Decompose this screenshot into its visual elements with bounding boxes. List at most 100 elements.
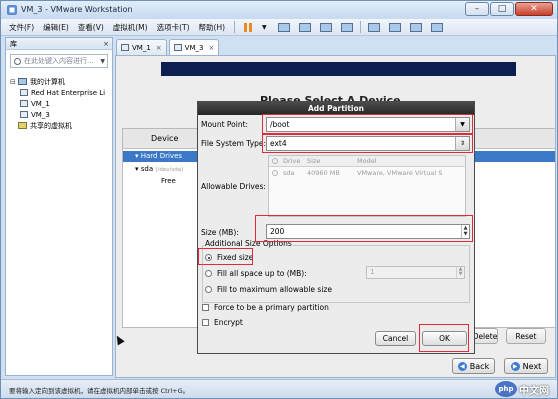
menu-tabs[interactable]: 选项卡(T) (157, 22, 190, 33)
spin-arrows-icon[interactable]: ▲ ▼ (461, 225, 469, 238)
mount-point-combo[interactable]: /boot ▼ (266, 117, 470, 132)
vm-icon (20, 111, 28, 118)
watermark-badge: php (495, 381, 517, 397)
vm-tab-strip: VM_1 × VM_3 × (116, 39, 221, 55)
window-controls: – □ ✕ (464, 2, 553, 16)
chevron-down-icon[interactable]: ▼ (455, 118, 469, 131)
fill-max-radio[interactable]: Fill to maximum allowable size (205, 285, 332, 294)
unity-button[interactable] (408, 21, 424, 34)
menu-file[interactable]: 文件(F) (9, 22, 34, 33)
tree-item-vm1[interactable]: VM_1 (10, 98, 112, 109)
next-button[interactable]: ▶ Next (504, 358, 548, 374)
installer-banner (161, 62, 516, 76)
tree-item-rhel[interactable]: Red Hat Enterprise Li (10, 87, 112, 98)
vm-icon (173, 44, 182, 51)
radio-icon (205, 270, 212, 277)
close-button[interactable]: ✕ (515, 2, 553, 16)
encrypt-checkbox[interactable]: Encrypt (202, 318, 243, 327)
status-bar: 要将输入定向到该虚拟机，请在虚拟机内部单击或按 Ctrl+G。 php 中文网 (1, 379, 557, 398)
cancel-button[interactable]: Cancel (375, 331, 416, 346)
updown-icon[interactable]: ⇕ (455, 137, 469, 150)
reset-button[interactable]: Reset (506, 328, 546, 344)
checkbox-icon[interactable] (272, 169, 278, 176)
view-button[interactable] (366, 21, 382, 34)
manage-icon (340, 22, 353, 32)
vm-icon (121, 44, 129, 51)
collapse-icon[interactable]: ⊟ (10, 78, 18, 86)
table-row[interactable]: sda 40960 MB VMware, VMware Virtual S (269, 167, 465, 178)
size-spinbox[interactable]: 200 ▲ ▼ (266, 224, 470, 239)
shared-vm-icon (18, 122, 27, 129)
spin-arrows-icon: ▲ ▼ (456, 267, 464, 278)
ok-button[interactable]: OK (422, 331, 467, 346)
tree-item-shared-vms[interactable]: 共享的虚拟机 (10, 120, 112, 131)
manage-snapshots-button[interactable] (339, 21, 355, 34)
library-search-placeholder: 在此处键入内容进行... (24, 57, 94, 65)
pause-icon (244, 22, 253, 32)
view-icon (367, 22, 380, 32)
checkbox-icon (202, 304, 209, 311)
fs-type-select[interactable]: ext4 ⇕ (266, 136, 470, 151)
vm-icon (20, 100, 28, 107)
next-arrow-icon: ▶ (510, 361, 520, 371)
device-row-sda[interactable]: ▾ sda (/dev/sda) (135, 165, 183, 173)
snapshot-button[interactable] (297, 21, 313, 34)
search-dropdown-icon[interactable]: ▼ (100, 58, 105, 65)
delete-button[interactable]: Delete (472, 328, 498, 344)
send-ctrl-alt-del-button[interactable] (276, 21, 292, 34)
vmware-app-icon (7, 5, 17, 15)
menu-view[interactable]: 查看(V) (78, 22, 104, 33)
tree-item-my-computer[interactable]: ⊟ 我的计算机 (10, 76, 112, 87)
minimize-button[interactable]: – (465, 2, 489, 16)
fill-upto-radio[interactable]: Fill all space up to (MB): (205, 269, 307, 278)
library-search-input[interactable]: 在此处键入内容进行... ▼ (10, 54, 108, 68)
force-primary-checkbox[interactable]: Force to be a primary partition (202, 303, 329, 312)
tree-item-label: Red Hat Enterprise Li (31, 88, 106, 97)
allowable-drives-table[interactable]: Drive Size Model sda 40960 MB VMware, VM… (268, 155, 466, 217)
tree-item-label: 我的计算机 (30, 77, 65, 86)
add-partition-dialog: Add Partition Mount Point: /boot ▼ File … (197, 101, 475, 354)
console-icon (430, 22, 443, 32)
radio-icon (205, 286, 212, 293)
pause-dropdown-icon[interactable]: ▼ (261, 24, 267, 31)
dialog-title: Add Partition (198, 102, 474, 115)
watermark-text: 中文网 (519, 385, 549, 397)
toolbar-separator (234, 21, 236, 33)
mount-point-label: Mount Point: (201, 120, 249, 129)
mount-point-value: /boot (270, 120, 290, 129)
back-button[interactable]: ◀ Back (452, 358, 495, 374)
menu-bar: 文件(F) 编辑(E) 查看(V) 虚拟机(M) 选项卡(T) 帮助(H) ▼ (1, 19, 557, 36)
fill-upto-spinbox: 1 ▲ ▼ (366, 266, 465, 279)
tree-item-vm3[interactable]: VM_3 (10, 109, 112, 120)
tab-vm3[interactable]: VM_3 × (168, 39, 220, 55)
size-value: 200 (270, 227, 285, 236)
back-arrow-icon: ◀ (457, 361, 467, 371)
search-icon (14, 57, 21, 65)
unity-icon (409, 22, 422, 32)
window-title: VM_3 - VMware Workstation (21, 5, 133, 14)
fullscreen-icon (388, 22, 401, 32)
pause-button[interactable] (240, 21, 256, 34)
fs-type-value: ext4 (270, 139, 287, 148)
restore-snapshot-button[interactable] (318, 21, 334, 34)
tab-close-icon[interactable]: × (156, 44, 162, 52)
menu-edit[interactable]: 编辑(E) (43, 22, 69, 33)
library-close-icon[interactable]: × (103, 38, 109, 50)
status-text: 要将输入定向到该虚拟机，请在虚拟机内部单击或按 Ctrl+G。 (9, 387, 190, 395)
tab-close-icon[interactable]: × (208, 44, 214, 52)
menu-vm[interactable]: 虚拟机(M) (113, 22, 148, 33)
maximize-button[interactable]: □ (490, 2, 514, 16)
drives-table-header: Drive Size Model (269, 156, 465, 167)
vm-icon (20, 89, 28, 96)
device-row-free[interactable]: Free (161, 177, 176, 185)
checkbox-icon (202, 319, 209, 326)
watermark-logo: php 中文网 (495, 381, 549, 397)
fullscreen-button[interactable] (387, 21, 403, 34)
menu-help[interactable]: 帮助(H) (199, 22, 226, 33)
library-tree: ⊟ 我的计算机 Red Hat Enterprise Li VM_1 VM_3 … (6, 76, 112, 131)
library-header: 库 × (6, 38, 112, 50)
console-button[interactable] (429, 21, 445, 34)
monitor-icon (277, 22, 290, 32)
fixed-size-radio[interactable]: Fixed size (205, 253, 253, 262)
tab-vm1[interactable]: VM_1 × (116, 39, 167, 55)
